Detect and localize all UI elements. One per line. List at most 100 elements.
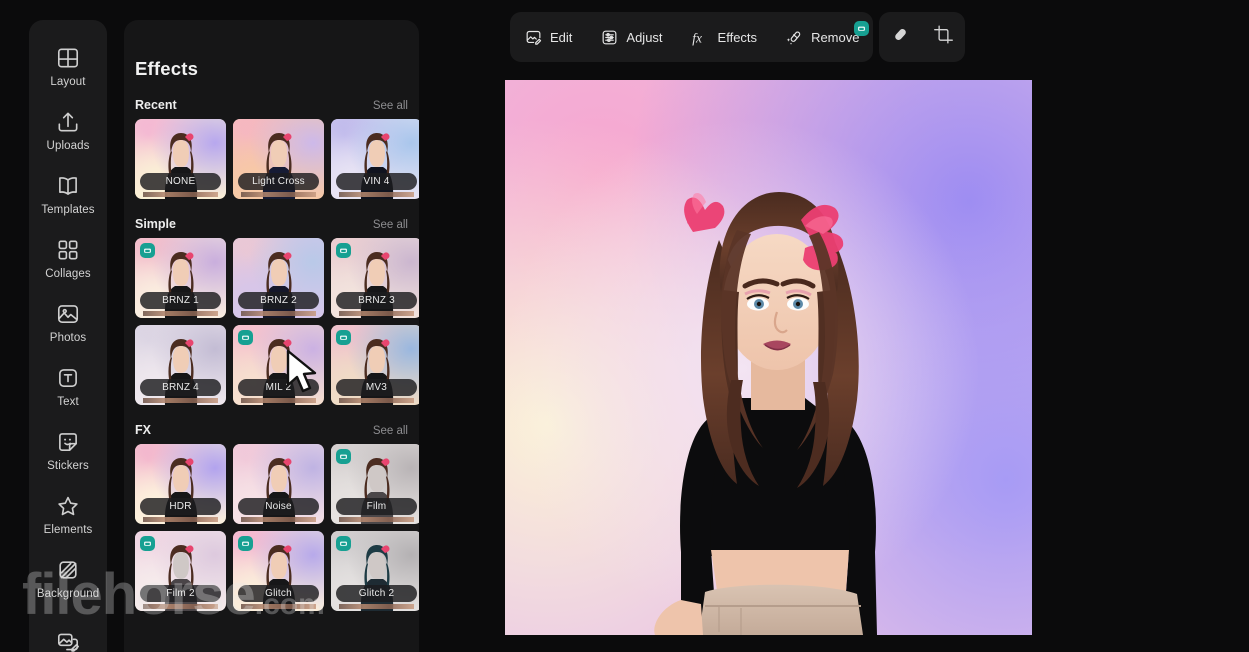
effect-label: BRNZ 4 bbox=[140, 379, 221, 396]
sidebar-item-label: Templates bbox=[41, 203, 95, 216]
section-header-simple: Simple See all bbox=[124, 217, 419, 231]
sidebar-item-layout[interactable]: Layout bbox=[29, 34, 107, 98]
effects-grid-fx: HDR Noise Film Film 2 Glitch Glitch 2 bbox=[124, 444, 419, 611]
pro-badge-icon bbox=[140, 536, 155, 551]
toolbar-effects-button[interactable]: fx Effects bbox=[677, 12, 772, 62]
sidebar-item-elements[interactable]: Elements bbox=[29, 482, 107, 546]
effect-thumbnail[interactable]: Film bbox=[331, 444, 419, 524]
toolbar-edit-button[interactable]: Edit bbox=[510, 12, 586, 62]
text-icon bbox=[55, 365, 81, 391]
left-sidebar: Layout Uploads Templates Collages Photos Text… bbox=[29, 20, 107, 652]
sidebar-item-stickers[interactable]: Stickers bbox=[29, 418, 107, 482]
effect-thumbnail[interactable]: MIL 2 bbox=[233, 325, 324, 405]
magic-wand-icon bbox=[785, 28, 804, 47]
photos-icon bbox=[55, 301, 81, 327]
pro-badge-icon bbox=[336, 536, 351, 551]
pro-badge-icon bbox=[336, 243, 351, 258]
effects-grid-recent: NONE Light Cross VIN 4 bbox=[124, 119, 419, 199]
effect-label: MV3 bbox=[336, 379, 417, 396]
svg-text:fx: fx bbox=[692, 30, 702, 45]
effect-label: VIN 4 bbox=[336, 173, 417, 190]
section-title: FX bbox=[135, 423, 151, 437]
thumbnail-filmstrip bbox=[143, 517, 218, 522]
sidebar-item-photos[interactable]: Photos bbox=[29, 290, 107, 354]
pro-badge-icon bbox=[336, 330, 351, 345]
thumbnail-filmstrip bbox=[143, 192, 218, 197]
pro-badge-icon bbox=[336, 449, 351, 464]
toolbar-tools-group bbox=[879, 12, 966, 62]
edited-photo bbox=[505, 80, 1032, 635]
sidebar-item-background[interactable]: Background bbox=[29, 546, 107, 610]
effects-grid-simple: BRNZ 1 BRNZ 2 BRNZ 3 BRNZ 4 MIL 2 MV3 bbox=[124, 238, 419, 405]
effect-thumbnail[interactable]: BRNZ 2 bbox=[233, 238, 324, 318]
thumbnail-filmstrip bbox=[241, 311, 316, 316]
thumbnail-filmstrip bbox=[339, 604, 414, 609]
section-title: Recent bbox=[135, 98, 177, 112]
effect-label: Light Cross bbox=[238, 173, 319, 190]
effect-thumbnail[interactable]: BRNZ 4 bbox=[135, 325, 226, 405]
effects-panel: Effects Recent See all NONE Light Cross … bbox=[124, 20, 419, 652]
collages-icon bbox=[55, 237, 81, 263]
see-all-link[interactable]: See all bbox=[373, 219, 408, 231]
see-all-link[interactable]: See all bbox=[373, 425, 408, 437]
toolbar-crop-button[interactable] bbox=[922, 12, 965, 62]
effect-label: NONE bbox=[140, 173, 221, 190]
thumbnail-filmstrip bbox=[241, 192, 316, 197]
toolbar-button-label: Remove bbox=[811, 29, 860, 45]
effect-thumbnail[interactable]: NONE bbox=[135, 119, 226, 199]
effect-thumbnail[interactable]: HDR bbox=[135, 444, 226, 524]
section-header-recent: Recent See all bbox=[124, 98, 419, 112]
eraser-icon bbox=[890, 24, 911, 50]
sidebar-item-text[interactable]: Text bbox=[29, 354, 107, 418]
thumbnail-filmstrip bbox=[241, 517, 316, 522]
effect-thumbnail[interactable]: Glitch bbox=[233, 531, 324, 611]
pro-badge-icon bbox=[238, 330, 253, 345]
fx-icon: fx bbox=[691, 28, 711, 47]
pro-badge-icon bbox=[238, 536, 253, 551]
effect-label: BRNZ 2 bbox=[238, 292, 319, 309]
sidebar-item-label: Photos bbox=[49, 331, 87, 344]
effect-thumbnail[interactable]: Light Cross bbox=[233, 119, 324, 199]
sidebar-item-label: Text bbox=[57, 395, 79, 408]
star-icon bbox=[55, 493, 81, 519]
effect-thumbnail[interactable]: Film 2 bbox=[135, 531, 226, 611]
sidebar-item-retouch[interactable] bbox=[29, 610, 107, 652]
effect-label: BRNZ 3 bbox=[336, 292, 417, 309]
effect-label: HDR bbox=[140, 498, 221, 515]
thumbnail-filmstrip bbox=[339, 311, 414, 316]
retouch-icon bbox=[55, 629, 81, 652]
effect-thumbnail[interactable]: Noise bbox=[233, 444, 324, 524]
image-canvas[interactable] bbox=[505, 80, 1032, 635]
thumbnail-filmstrip bbox=[143, 398, 218, 403]
effect-label: Film bbox=[336, 498, 417, 515]
section-title: Simple bbox=[135, 217, 176, 231]
effect-thumbnail[interactable]: MV3 bbox=[331, 325, 419, 405]
thumbnail-filmstrip bbox=[339, 192, 414, 197]
upload-icon bbox=[55, 109, 81, 135]
effect-thumbnail[interactable]: BRNZ 3 bbox=[331, 238, 419, 318]
effect-label: Film 2 bbox=[140, 585, 221, 602]
toolbar-button-label: Effects bbox=[717, 29, 758, 45]
thumbnail-filmstrip bbox=[241, 398, 316, 403]
templates-icon bbox=[55, 173, 81, 199]
effect-label: Glitch 2 bbox=[336, 585, 417, 602]
toolbar-eraser-button[interactable] bbox=[879, 12, 922, 62]
top-toolbar: Edit Adjust fx Effects Remove bbox=[510, 12, 966, 62]
effect-label: Glitch bbox=[238, 585, 319, 602]
toolbar-remove-button[interactable]: Remove bbox=[771, 12, 873, 62]
layout-icon bbox=[55, 45, 81, 71]
effect-thumbnail[interactable]: Glitch 2 bbox=[331, 531, 419, 611]
see-all-link[interactable]: See all bbox=[373, 100, 408, 112]
effect-label: MIL 2 bbox=[238, 379, 319, 396]
thumbnail-filmstrip bbox=[241, 604, 316, 609]
sidebar-item-label: Stickers bbox=[47, 459, 89, 472]
toolbar-adjust-button[interactable]: Adjust bbox=[586, 12, 676, 62]
sidebar-item-uploads[interactable]: Uploads bbox=[29, 98, 107, 162]
section-header-fx: FX See all bbox=[124, 423, 419, 437]
editor-root: Layout Uploads Templates Collages Photos Text… bbox=[0, 0, 1249, 652]
effect-thumbnail[interactable]: BRNZ 1 bbox=[135, 238, 226, 318]
toolbar-button-label: Edit bbox=[550, 29, 573, 45]
effect-thumbnail[interactable]: VIN 4 bbox=[331, 119, 419, 199]
sidebar-item-collages[interactable]: Collages bbox=[29, 226, 107, 290]
sidebar-item-templates[interactable]: Templates bbox=[29, 162, 107, 226]
